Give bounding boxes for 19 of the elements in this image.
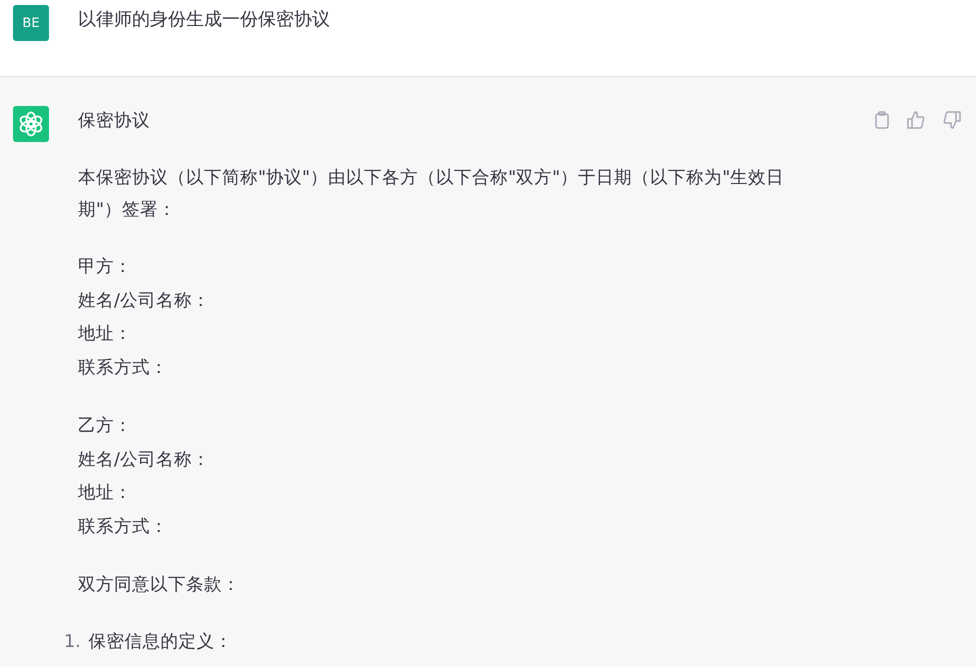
list-item-text: 保密信息的定义： xyxy=(88,631,233,654)
text-line: 联系方式： xyxy=(78,516,169,538)
list-number: 1. xyxy=(64,631,81,654)
text-line: 甲方： xyxy=(78,256,133,279)
response-title: 保密协议 xyxy=(78,110,151,133)
text-line: 姓名/公司名称： xyxy=(78,290,211,312)
thumbs-down-icon[interactable] xyxy=(942,111,962,129)
assistant-logo-icon xyxy=(13,106,49,142)
clipboard-icon[interactable] xyxy=(874,111,890,129)
text-line: 姓名/公司名称： xyxy=(78,448,211,472)
text-line: 地址： xyxy=(78,323,133,346)
user-message: 以律师的身份生成一份保密协议 xyxy=(78,8,330,32)
thumbs-up-icon[interactable] xyxy=(906,111,926,129)
text-line: 联系方式： xyxy=(78,356,169,380)
user-avatar: BE xyxy=(13,5,49,41)
paragraph: 本保密协议（以下简称"协议"）由以下各方（以下合称"双方"）于日期（以下称为"生效日期"）签署： xyxy=(78,167,786,222)
text-line: 地址： xyxy=(78,482,133,505)
paragraph: 双方同意以下条款： xyxy=(78,574,241,597)
text-line: 乙方： xyxy=(78,415,133,438)
